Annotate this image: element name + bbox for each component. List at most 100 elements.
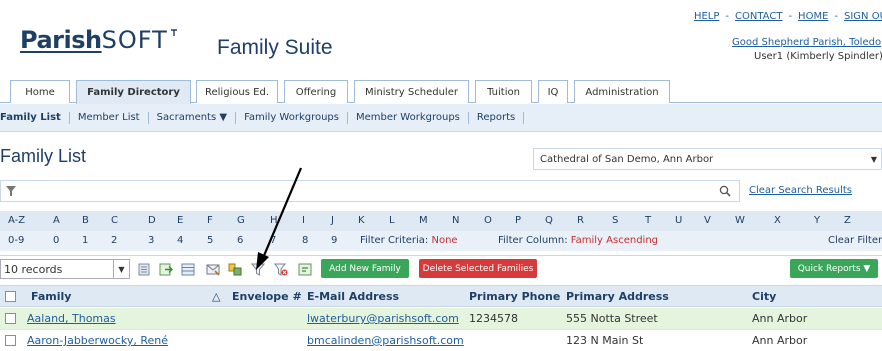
numeric-filter-09[interactable]: 0-9: [8, 235, 24, 246]
numeric-filter-digit[interactable]: 5: [207, 235, 213, 246]
alpha-filter-letter[interactable]: I: [302, 215, 305, 226]
tab-family-directory[interactable]: Family Directory: [76, 80, 191, 104]
filter-funnel-icon[interactable]: [6, 186, 16, 196]
table-row[interactable]: Aaron-Jabberwocky, René bmcalinden@paris…: [0, 330, 882, 351]
tab-home[interactable]: Home: [10, 80, 70, 103]
records-per-page-select[interactable]: 10 records ▼: [0, 259, 130, 279]
add-new-family-button[interactable]: Add New Family: [321, 259, 409, 278]
column-header-city[interactable]: City: [752, 290, 776, 303]
parish-name-link[interactable]: Good Shepherd Parish, Toledo: [732, 37, 882, 48]
row-checkbox[interactable]: [5, 313, 16, 324]
alpha-filter-letter[interactable]: G: [237, 215, 245, 226]
alpha-filter-letter[interactable]: V: [704, 215, 711, 226]
contact-link[interactable]: CONTACT: [735, 11, 782, 22]
parishsoft-logo[interactable]: Parish SOFT: [20, 26, 178, 54]
city-cell: Ann Arbor: [752, 334, 808, 347]
search-input[interactable]: [0, 180, 740, 202]
tab-administration[interactable]: Administration: [574, 80, 670, 103]
subnav-family-workgroups[interactable]: Family Workgroups: [236, 111, 348, 124]
alpha-filter-letter[interactable]: O: [484, 215, 492, 226]
filter-column-label: Filter Column:: [498, 235, 568, 246]
alpha-filter-letter[interactable]: Z: [844, 215, 851, 226]
grid-view-icon[interactable]: [181, 263, 195, 276]
alpha-filter-letter[interactable]: S: [612, 215, 618, 226]
select-all-checkbox[interactable]: [5, 291, 16, 302]
subnav-reports[interactable]: Reports: [469, 111, 525, 124]
numeric-filter-digit[interactable]: 4: [177, 235, 183, 246]
city-cell: Ann Arbor: [752, 312, 808, 325]
sign-out-link[interactable]: SIGN OUT: [844, 11, 882, 22]
alpha-filter-letter[interactable]: Y: [814, 215, 820, 226]
export-icon[interactable]: [159, 263, 173, 276]
tab-offering[interactable]: Offering: [284, 80, 348, 103]
tab-iq[interactable]: IQ: [538, 80, 568, 103]
settings-icon[interactable]: [298, 263, 312, 276]
column-header-envelope[interactable]: Envelope #: [232, 290, 302, 303]
alpha-filter-letter[interactable]: H: [270, 215, 278, 226]
tab-ministry-scheduler[interactable]: Ministry Scheduler: [354, 80, 469, 103]
alpha-filter-letter[interactable]: B: [82, 215, 89, 226]
alpha-filter-letter[interactable]: T: [645, 215, 651, 226]
family-name-link[interactable]: Aaron-Jabberwocky, René: [27, 334, 168, 347]
search-icon[interactable]: [719, 185, 731, 197]
alpha-filter-letter[interactable]: J: [331, 215, 334, 226]
alpha-filter-letter[interactable]: P: [515, 215, 521, 226]
numeric-filter-digit[interactable]: 3: [148, 235, 154, 246]
clear-search-results-link[interactable]: Clear Search Results: [749, 185, 852, 196]
logo-soft-text: SOFT: [101, 26, 168, 54]
print-icon[interactable]: [137, 263, 151, 276]
home-link[interactable]: HOME: [798, 11, 828, 22]
numeric-filter-digit[interactable]: 7: [270, 235, 276, 246]
alpha-filter-letter[interactable]: A: [53, 215, 60, 226]
subnav-family-list[interactable]: Family List: [0, 111, 70, 124]
subnav-member-workgroups[interactable]: Member Workgroups: [348, 111, 469, 124]
numeric-filter-digit[interactable]: 2: [111, 235, 117, 246]
alpha-filter-letter[interactable]: K: [358, 215, 365, 226]
tab-religious-ed[interactable]: Religious Ed.: [196, 80, 278, 103]
alpha-filter-letter[interactable]: E: [177, 215, 183, 226]
numeric-filter-digit[interactable]: 0: [53, 235, 59, 246]
alpha-filter-letter[interactable]: C: [111, 215, 118, 226]
help-link[interactable]: HELP: [694, 11, 719, 22]
numeric-filter-digit[interactable]: 1: [82, 235, 88, 246]
parish-select[interactable]: Cathedral of San Demo, Ann Arbor ▼: [533, 148, 882, 170]
column-header-family[interactable]: Family: [31, 290, 71, 303]
column-header-phone[interactable]: Primary Phone: [469, 290, 560, 303]
alpha-filter-letter[interactable]: R: [577, 215, 584, 226]
labels-icon[interactable]: [228, 263, 242, 276]
alpha-filter-letter[interactable]: X: [774, 215, 781, 226]
alpha-filter-letter[interactable]: U: [675, 215, 682, 226]
subnav-sacraments[interactable]: Sacraments ▼: [149, 111, 237, 124]
alpha-filter-letter[interactable]: D: [148, 215, 156, 226]
quick-reports-button[interactable]: Quick Reports ▼: [790, 259, 878, 278]
alpha-filter-letter[interactable]: M: [419, 215, 428, 226]
email-link[interactable]: lwaterbury@parishsoft.com: [307, 312, 459, 325]
alpha-filter-letter[interactable]: F: [207, 215, 213, 226]
numeric-filter-digit[interactable]: 9: [331, 235, 337, 246]
alpha-filter-letter[interactable]: Q: [545, 215, 553, 226]
email-link[interactable]: bmcalinden@parishsoft.com: [307, 334, 464, 347]
table-row[interactable]: Aaland, Thomas lwaterbury@parishsoft.com…: [0, 308, 882, 330]
column-header-address[interactable]: Primary Address: [566, 290, 669, 303]
alpha-filter-letter[interactable]: L: [389, 215, 395, 226]
delete-selected-families-button[interactable]: Delete Selected Families: [419, 259, 537, 278]
numeric-filter-digit[interactable]: 6: [237, 235, 243, 246]
family-name-link[interactable]: Aaland, Thomas: [27, 312, 116, 325]
numeric-filter-digit[interactable]: 8: [302, 235, 308, 246]
filter-icon[interactable]: [251, 263, 265, 276]
email-icon[interactable]: [206, 263, 220, 276]
column-header-email[interactable]: E-Mail Address: [307, 290, 399, 303]
tab-tuition[interactable]: Tuition: [475, 80, 532, 103]
clear-filter-link[interactable]: Clear Filter: [828, 235, 882, 246]
address-cell: 123 N Main St: [566, 334, 644, 347]
clear-filter-icon[interactable]: [274, 263, 288, 276]
alpha-filter-letter[interactable]: N: [452, 215, 459, 226]
alpha-filter-az[interactable]: A-Z: [8, 215, 25, 226]
page-title: Family List: [0, 146, 87, 166]
row-checkbox[interactable]: [5, 335, 16, 346]
alpha-filter-letter[interactable]: W: [735, 215, 745, 226]
subnav-member-list[interactable]: Member List: [70, 111, 149, 124]
list-toolbar: 10 records ▼ Add New Family Delete Selec…: [0, 255, 882, 281]
sort-asc-icon[interactable]: △: [212, 290, 220, 303]
search-row: Clear Search Results: [0, 180, 882, 203]
